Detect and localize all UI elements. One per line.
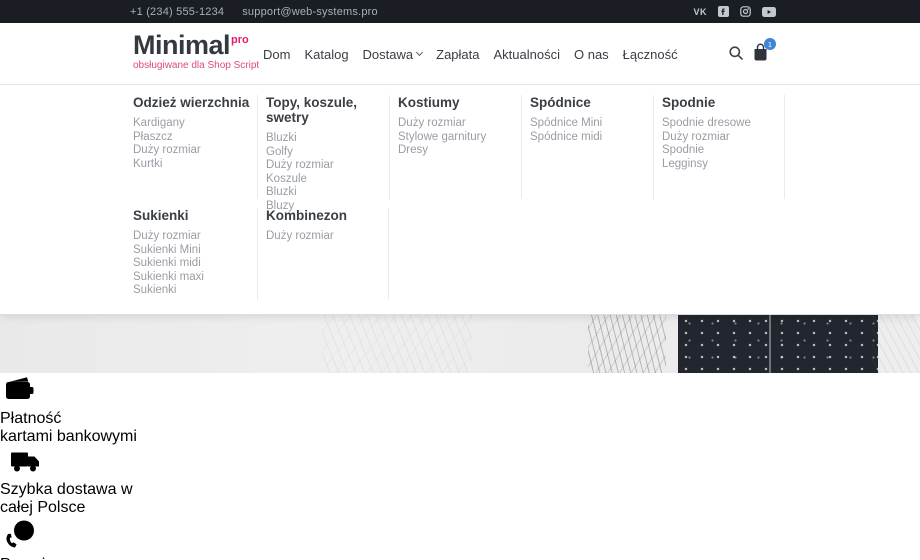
truck-icon — [11, 452, 39, 472]
category-link[interactable]: Spodnie — [662, 144, 784, 158]
category-link[interactable]: Golfy — [266, 146, 389, 160]
category-title[interactable]: Topy, koszule, swetry — [266, 95, 389, 125]
feature-caption: Płatność kartami bankowymi — [0, 410, 137, 445]
svg-text:$: $ — [15, 386, 20, 396]
logo-tagline: obsługiwane dla Shop Script — [133, 60, 260, 71]
category-link[interactable]: Duży rozmiar — [133, 144, 257, 158]
hero-photo-branches — [872, 315, 920, 373]
category-link[interactable]: Stylowe garnitury — [398, 131, 521, 145]
category-column-spodnice: Spódnice Spódnice Mini Spódnice midi — [521, 95, 653, 199]
vk-icon[interactable]: VK — [693, 7, 707, 17]
category-column-kombinezon: Kombinezon Duży rozmiar — [257, 208, 389, 300]
logo-pro-label: pro — [231, 34, 249, 46]
youtube-icon[interactable] — [762, 6, 776, 17]
hero-photo-branches — [322, 315, 472, 373]
category-link[interactable]: Duży rozmiar — [662, 131, 784, 145]
category-link[interactable]: Spódnice midi — [530, 131, 653, 145]
mega-menu-row: Odzież wierzchnia Kardigany Płaszcz Duży… — [133, 95, 920, 212]
logo-text: Minimal — [133, 30, 231, 60]
category-link[interactable]: Duży rozmiar — [133, 230, 257, 244]
facebook-icon[interactable] — [718, 6, 729, 17]
search-button[interactable] — [728, 45, 744, 66]
category-link[interactable]: Kardigany — [133, 117, 257, 131]
wallet-icon: $ — [6, 377, 34, 399]
category-title[interactable]: Spódnice — [530, 95, 653, 110]
category-link[interactable]: Legginsy — [662, 158, 784, 172]
category-link[interactable]: Koszule — [266, 173, 389, 187]
category-link[interactable]: Bluzki — [266, 186, 389, 200]
category-column-topy-koszule-swetry: Topy, koszule, swetry Bluzki Golfy Duży … — [257, 95, 389, 212]
category-title[interactable]: Sukienki — [133, 208, 257, 223]
svg-text:24: 24 — [20, 527, 29, 536]
category-link[interactable]: Sukienki Mini — [133, 244, 257, 258]
category-link[interactable]: Duży rozmiar — [266, 159, 389, 173]
category-link[interactable]: Dresy — [398, 144, 521, 158]
category-column-sukienki: Sukienki Duży rozmiar Sukienki Mini Suki… — [133, 208, 257, 300]
catalog-mega-menu: Odzież wierzchnia Kardigany Płaszcz Duży… — [0, 85, 920, 315]
category-link[interactable]: Spodnie dresowe — [662, 117, 784, 131]
category-title[interactable]: Kostiumy — [398, 95, 521, 110]
topbar-contacts: +1 (234) 555-1234 support@web-systems.pr… — [130, 6, 378, 18]
instagram-icon[interactable] — [740, 6, 751, 17]
feature-caption: Pracujemycałą dobę — [0, 556, 920, 560]
category-title[interactable]: Spodnie — [662, 95, 784, 110]
category-title[interactable]: Kombinezon — [266, 208, 388, 223]
hero-photo-model-hair — [656, 315, 768, 373]
category-link[interactable]: Spódnice Mini — [530, 117, 653, 131]
cart-button[interactable]: 1 — [752, 38, 776, 67]
nav-item-dostawa[interactable]: Dostawa — [363, 47, 424, 62]
site-header: Minimalpro obsługiwane dla Shop Script D… — [0, 23, 920, 85]
feature-delivery: Szybka dostawa w całej Polsce — [0, 446, 920, 517]
chevron-down-icon — [416, 48, 424, 57]
category-link[interactable]: Sukienki — [133, 284, 257, 298]
phone-24-icon: 24 — [6, 520, 34, 548]
category-link[interactable]: Bluzki — [266, 132, 389, 146]
category-link[interactable]: Płaszcz — [133, 131, 257, 145]
nav-item-lacznosc[interactable]: Łączność — [623, 47, 678, 62]
category-link[interactable]: Kurtki — [133, 158, 257, 172]
nav-item-zaplata[interactable]: Zapłata — [436, 47, 479, 62]
features-strip: $ Płatność kartami bankowymi Szybka dosta… — [0, 373, 920, 560]
phone-link[interactable]: +1 (234) 555-1234 — [130, 6, 224, 18]
feature-24-7: 24 Pracujemycałą dobę — [0, 517, 920, 560]
logo[interactable]: Minimalpro obsługiwane dla Shop Script — [133, 30, 260, 72]
nav-item-aktualnosci[interactable]: Aktualności — [494, 47, 560, 62]
category-column-spodnie: Spodnie Spodnie dresowe Duży rozmiar Spo… — [653, 95, 785, 199]
nav-item-o-nas[interactable]: O nas — [574, 47, 609, 62]
hero-slider — [0, 315, 920, 373]
category-link[interactable]: Sukienki midi — [133, 257, 257, 271]
category-link[interactable]: Sukienki maxi — [133, 271, 257, 285]
main-nav: Dom Katalog Dostawa Zapłata Aktualności … — [263, 23, 678, 85]
category-title[interactable]: Odzież wierzchnia — [133, 95, 257, 110]
hero-photo-trees — [588, 315, 666, 373]
search-icon — [729, 46, 743, 60]
email-link[interactable]: support@web-systems.pro — [242, 6, 378, 18]
social-links: VK — [693, 6, 776, 17]
category-link[interactable]: Duży rozmiar — [266, 230, 388, 244]
feature-payment: $ Płatność kartami bankowymi — [0, 373, 920, 446]
cart-count-badge: 1 — [764, 38, 776, 50]
category-column-odziez-wierzchnia: Odzież wierzchnia Kardigany Płaszcz Duży… — [133, 95, 257, 199]
topbar: +1 (234) 555-1234 support@web-systems.pr… — [0, 0, 920, 23]
mega-menu-row: Sukienki Duży rozmiar Sukienki Mini Suki… — [133, 208, 920, 300]
feature-caption: Szybka dostawa w całej Polsce — [0, 481, 133, 516]
nav-item-katalog[interactable]: Katalog — [304, 47, 348, 62]
nav-item-dom[interactable]: Dom — [263, 47, 290, 62]
category-link[interactable]: Duży rozmiar — [398, 117, 521, 131]
category-column-kostiumy: Kostiumy Duży rozmiar Stylowe garnitury … — [389, 95, 521, 199]
